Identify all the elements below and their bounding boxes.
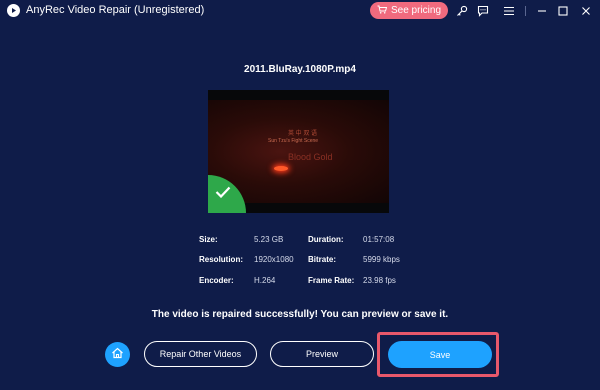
repair-other-videos-button[interactable]: Repair Other Videos (144, 341, 257, 367)
bitrate-label: Bitrate: (308, 255, 337, 264)
resolution-value: 1920x1080 (254, 255, 294, 264)
feedback-icon[interactable] (475, 3, 491, 19)
see-pricing-label: See pricing (390, 5, 442, 16)
video-preview-thumbnail: 英 中 双 语 Sun Tzu's Fight Scene Blood Gold (208, 90, 389, 213)
see-pricing-button[interactable]: See pricing (370, 2, 448, 19)
home-icon (111, 346, 124, 364)
app-title: AnyRec Video Repair (Unregistered) (26, 4, 205, 16)
framerate-label: Frame Rate: (308, 276, 355, 285)
resolution-label: Resolution: (199, 255, 243, 264)
size-value: 5.23 GB (254, 235, 284, 244)
cart-icon (377, 5, 388, 17)
preview-light-spot (274, 166, 288, 171)
framerate-value: 23.98 fps (363, 276, 396, 285)
menu-icon[interactable] (501, 3, 517, 19)
title-bar: AnyRec Video Repair (Unregistered) See p… (0, 0, 600, 22)
bitrate-value: 5999 kbps (363, 255, 400, 264)
repair-success-message: The video is repaired successfully! You … (151, 309, 449, 320)
file-name: 2011.BluRay.1080P.mp4 (244, 64, 356, 75)
preview-caption-chinese: 英 中 双 语 (288, 131, 318, 137)
titlebar-divider (525, 6, 526, 16)
duration-value: 01:57:08 (363, 235, 395, 244)
app-logo-icon (7, 4, 20, 17)
preview-button[interactable]: Preview (270, 341, 374, 367)
preview-caption-title: Blood Gold (288, 152, 333, 162)
duration-label: Duration: (308, 235, 344, 244)
size-label: Size: (199, 235, 218, 244)
encoder-label: Encoder: (199, 276, 234, 285)
maximize-icon[interactable] (555, 3, 571, 19)
preview-caption-english: Sun Tzu's Fight Scene (268, 138, 319, 144)
close-icon[interactable] (578, 3, 594, 19)
checkmark-icon (215, 185, 231, 203)
home-button[interactable] (105, 342, 130, 367)
key-icon[interactable] (454, 3, 470, 19)
save-button[interactable]: Save (388, 341, 492, 368)
minimize-icon[interactable] (534, 3, 550, 19)
encoder-value: H.264 (254, 276, 276, 285)
